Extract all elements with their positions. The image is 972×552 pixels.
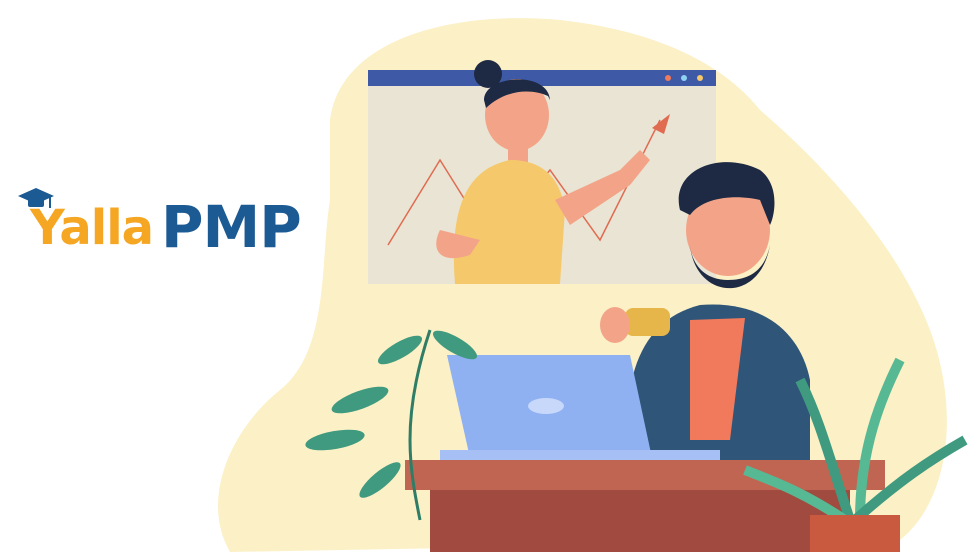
video-call-illustration (218, 18, 968, 552)
video-call-window (368, 60, 716, 284)
